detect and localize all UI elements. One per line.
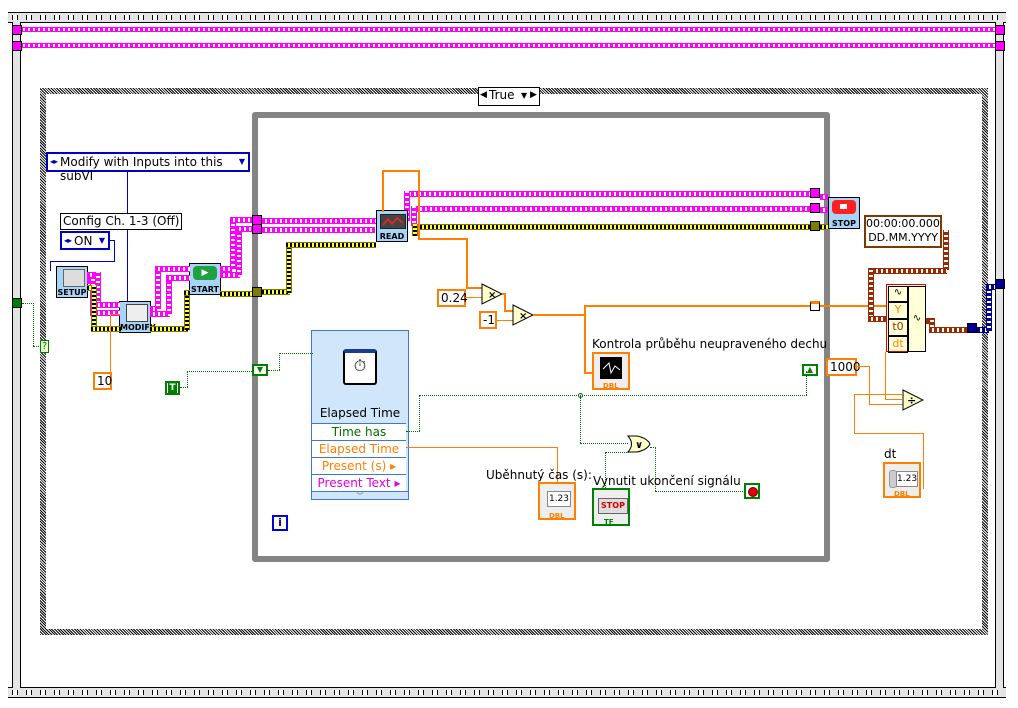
waveform-out-icon: ∿ [908, 286, 926, 352]
output-elapsed-time[interactable]: Elapsed Time (s) ▸ [312, 440, 406, 472]
elapsed-time-express-vi[interactable]: ⏱ Elapsed Time Time has Elapse ▸ Elapsed… [311, 330, 409, 500]
stopwatch-icon: ⏱ [343, 349, 377, 385]
modify-icon [126, 304, 148, 322]
dt-label: dt [884, 447, 897, 461]
case-prev-icon[interactable]: ◀ [480, 88, 487, 103]
stop-if-true-icon [748, 487, 758, 497]
outer-loop-bottom-border [8, 687, 1006, 698]
shift-register-right-2[interactable] [995, 41, 1005, 51]
shift-register-left-2[interactable] [12, 41, 22, 51]
loop-tunnel-task-out-1[interactable] [810, 188, 820, 198]
stop-icon [832, 200, 856, 214]
svg-text:∨: ∨ [635, 440, 643, 451]
chart-label: Kontrola průběhu neupraveného dechu [592, 337, 828, 351]
svg-text:×: × [488, 290, 496, 301]
config-label: Config Ch. 1-3 (Off) [60, 213, 183, 230]
stop-control-label: Vynutit ukončení signálu [593, 474, 741, 488]
input-y[interactable]: Y [888, 302, 908, 319]
loop-tunnel-waveform-out[interactable] [995, 279, 1005, 289]
chevron-down-icon[interactable]: ▼ [521, 88, 527, 103]
case-selector-value: True [489, 88, 515, 102]
ring-increment-icon[interactable]: ◂▸ [50, 155, 58, 169]
constant-0-24[interactable]: 0.24 [437, 289, 468, 307]
setup-icon [63, 269, 85, 287]
shift-register-bool-right[interactable]: ▲ [802, 364, 818, 376]
outer-loop-left-border [12, 22, 21, 688]
loop-tunnel-task-out-2[interactable] [810, 203, 820, 213]
case-next-icon[interactable]: ▶ [530, 88, 537, 103]
stop-button-control[interactable]: STOP TF [592, 488, 630, 526]
elapsed-time-label: Uběhnutý čas (s): [486, 468, 592, 482]
config-on-ring[interactable]: ◂▸ ON ▼ [60, 231, 110, 250]
wire-config-v [114, 240, 115, 262]
elapsed-time-indicator[interactable]: 1.23 DBL [538, 482, 576, 520]
timestamp-constant[interactable]: 00:00:00.000 DD.MM.YYYY [864, 215, 942, 248]
loop-tunnel-data-out[interactable] [810, 301, 820, 311]
dt-control[interactable]: 1.23 DBL [883, 462, 921, 498]
iteration-terminal: i [272, 515, 288, 531]
numeric-display: 1.23 [896, 471, 918, 487]
input-dt[interactable]: dt [888, 336, 908, 353]
expand-chevron-icon[interactable]: ︾ [312, 491, 408, 500]
start-play-icon: ▶ [193, 266, 217, 280]
shift-register-wire-1[interactable] [20, 27, 996, 32]
multiply-node-1[interactable]: × [481, 283, 503, 305]
wire-config-h2 [50, 261, 115, 262]
chart-icon [600, 357, 622, 379]
svg-text:×: × [519, 311, 527, 322]
chevron-down-icon[interactable]: ▼ [239, 155, 245, 169]
input-t0[interactable]: t0 [888, 319, 908, 336]
case-selector[interactable]: ◀ True ▼ ▶ [478, 87, 540, 106]
svg-text:÷: ÷ [907, 394, 916, 407]
constant-true[interactable]: T [165, 381, 180, 395]
stop-button-face: STOP [598, 498, 628, 514]
waveform-chart-terminal[interactable]: DBL [592, 352, 630, 390]
boolean-tunnel-left[interactable] [12, 298, 22, 308]
waveform-in-icon: ∿ [888, 286, 908, 302]
read-graph-icon [380, 214, 406, 229]
output-present-text[interactable]: Present Text ▸ [312, 474, 406, 492]
constant-1000[interactable]: 1000 [826, 358, 861, 376]
start-subvi[interactable]: ▶ START [189, 263, 221, 295]
loop-tunnel-error[interactable] [252, 287, 262, 297]
chevron-down-icon[interactable]: ▼ [99, 234, 105, 248]
or-node[interactable]: ∨ [627, 435, 651, 453]
shift-register-right-1[interactable] [995, 25, 1005, 35]
loop-condition-terminal[interactable] [744, 483, 760, 499]
express-vi-title: Elapsed Time [319, 406, 401, 420]
loop-tunnel-error-out[interactable] [810, 221, 820, 231]
multiply-node-2[interactable]: × [512, 304, 534, 326]
case-selector-terminal[interactable]: ? [40, 340, 49, 353]
wire-config-v2 [50, 261, 51, 271]
divide-node[interactable]: ÷ [902, 389, 924, 411]
outer-loop-top-border [8, 12, 1006, 23]
modify-subvi[interactable]: MODIFY [119, 301, 156, 333]
outer-loop-right-border [995, 22, 1004, 688]
stop-subvi[interactable]: STOP [828, 197, 860, 229]
shift-register-bool-left[interactable]: ▼ [252, 364, 268, 376]
output-time-has-elapsed[interactable]: Time has Elapse ▸ [312, 423, 406, 455]
setup-subvi[interactable]: SETUP [56, 266, 88, 298]
shift-register-wire-2[interactable] [20, 43, 996, 48]
wire-selector-v [33, 303, 34, 346]
wire-ring [127, 170, 128, 302]
loop-tunnel-task-2[interactable] [252, 224, 262, 234]
read-subvi[interactable]: READ [376, 210, 408, 242]
shift-register-left-1[interactable] [12, 25, 22, 35]
output-present-s[interactable]: Present (s) ▸ [312, 457, 406, 475]
numeric-display: 1.23 [547, 491, 571, 507]
constant-neg1[interactable]: -1 [479, 311, 497, 329]
case-tunnel-waveform-out[interactable] [967, 323, 977, 333]
modify-mode-ring[interactable]: ◂▸ Modify with Inputs into this subVI ▼ [46, 152, 250, 183]
build-waveform-node[interactable]: ∿ Y t0 dt ∿ [886, 284, 926, 353]
